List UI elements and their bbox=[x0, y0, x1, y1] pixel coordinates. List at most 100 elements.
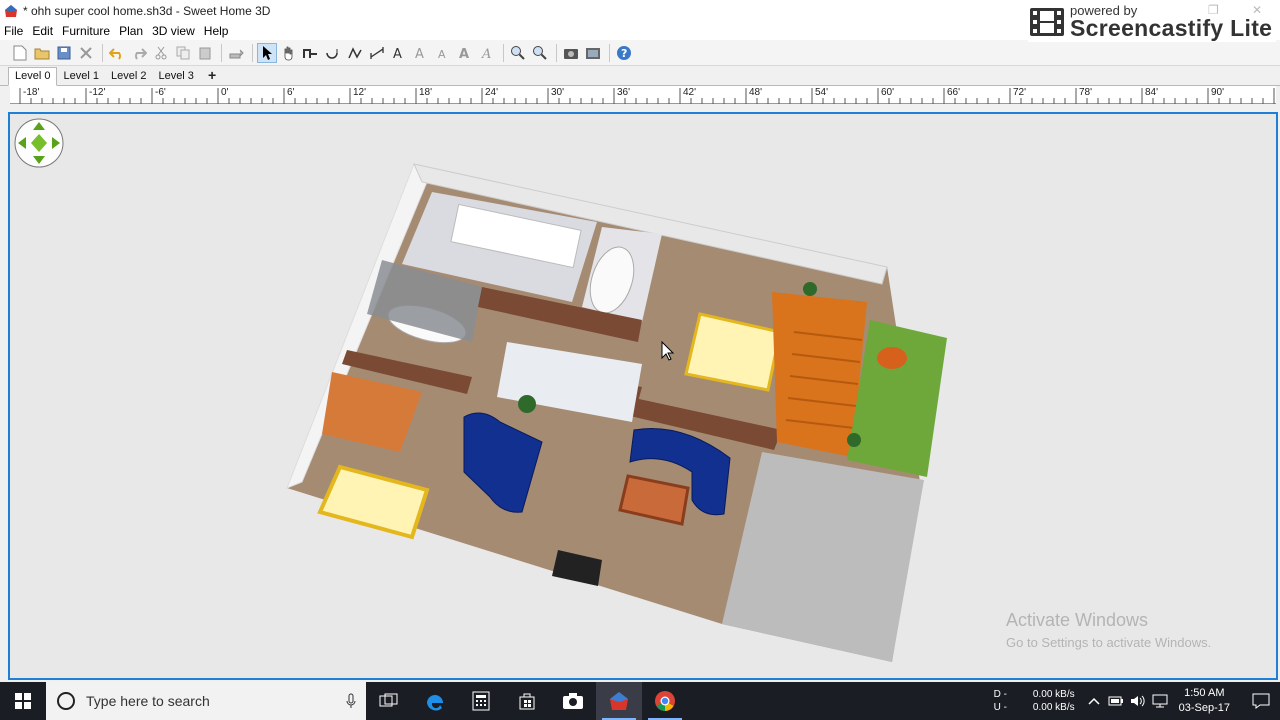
create-photo-icon[interactable] bbox=[561, 43, 581, 63]
cortana-circle-icon bbox=[57, 692, 75, 710]
cut-icon[interactable] bbox=[151, 43, 171, 63]
3d-view-panel[interactable]: Activate Windows Go to Settings to activ… bbox=[8, 112, 1278, 680]
restore-window-button[interactable]: ❐ bbox=[1208, 3, 1219, 17]
menu-3d-view[interactable]: 3D view bbox=[152, 24, 195, 38]
ruler-label: 90' bbox=[1211, 87, 1225, 98]
add-text-icon[interactable]: A bbox=[389, 43, 409, 63]
ruler-label: 66' bbox=[947, 87, 961, 98]
main-toolbar: A A A A A ? bbox=[0, 40, 1280, 66]
network-labels: D - U - bbox=[994, 688, 1007, 714]
ruler-label: 18' bbox=[419, 87, 433, 98]
help-icon[interactable]: ? bbox=[614, 43, 634, 63]
garden-rug bbox=[877, 347, 907, 369]
svg-text:A: A bbox=[481, 47, 491, 60]
task-view-icon[interactable] bbox=[366, 682, 412, 720]
calculator-icon[interactable] bbox=[458, 682, 504, 720]
ruler-label: 78' bbox=[1079, 87, 1093, 98]
screencastify-badge: powered by Screencastify Lite bbox=[1028, 2, 1276, 42]
svg-text:A: A bbox=[415, 47, 424, 60]
ruler-label: 6' bbox=[287, 87, 295, 98]
toolbar-separator bbox=[221, 43, 222, 62]
upload-speed: 0.00 kB/s bbox=[1032, 702, 1075, 713]
create-video-icon[interactable] bbox=[583, 43, 603, 63]
tab-level-2[interactable]: Level 2 bbox=[105, 68, 152, 85]
level-tabs: Level 0 Level 1 Level 2 Level 3 + bbox=[0, 66, 1280, 86]
ruler-label: -12' bbox=[89, 87, 106, 98]
create-dimensions-icon[interactable] bbox=[367, 43, 387, 63]
add-furniture-icon[interactable] bbox=[226, 43, 246, 63]
toolbar-separator bbox=[102, 43, 103, 62]
ruler-label: 24' bbox=[485, 87, 499, 98]
taskbar-clock[interactable]: 1:50 AM 03-Sep-17 bbox=[1179, 686, 1230, 716]
horizontal-ruler: -18' -12' -6' 0' 6' 12' 18' 24' 30' 36' 42' 48' 54' 6… bbox=[10, 86, 1276, 104]
store-icon[interactable] bbox=[504, 682, 550, 720]
zoom-in-icon[interactable] bbox=[508, 43, 528, 63]
ruler-label: -18' bbox=[23, 87, 40, 98]
menu-file[interactable]: File bbox=[4, 24, 23, 38]
pan-hand-icon[interactable] bbox=[279, 43, 299, 63]
italic-text-icon[interactable]: A bbox=[477, 43, 497, 63]
navigation-arrows-icon[interactable] bbox=[14, 118, 64, 168]
taskbar-search-box[interactable]: Type here to search bbox=[46, 682, 366, 720]
menu-help[interactable]: Help bbox=[204, 24, 229, 38]
close-window-button[interactable]: ✕ bbox=[1252, 3, 1262, 17]
ruler-label: 60' bbox=[881, 87, 895, 98]
ruler-label: 30' bbox=[551, 87, 565, 98]
ruler-label: -6' bbox=[155, 87, 166, 98]
create-walls-icon[interactable] bbox=[301, 43, 321, 63]
open-file-icon[interactable] bbox=[32, 43, 52, 63]
edge-icon[interactable] bbox=[412, 682, 458, 720]
ruler-label: 12' bbox=[353, 87, 367, 98]
create-polylines-icon[interactable] bbox=[345, 43, 365, 63]
decrease-text-icon[interactable]: A bbox=[433, 43, 453, 63]
camera-icon[interactable] bbox=[550, 682, 596, 720]
notification-icon[interactable] bbox=[1242, 693, 1280, 709]
cut-tool-icon[interactable] bbox=[76, 43, 96, 63]
svg-text:?: ? bbox=[621, 47, 627, 60]
menu-plan[interactable]: Plan bbox=[119, 24, 143, 38]
activate-windows-watermark: Activate Windows Go to Settings to activ… bbox=[1006, 610, 1211, 650]
create-rooms-icon[interactable] bbox=[323, 43, 343, 63]
toolbar-separator bbox=[556, 43, 557, 62]
ruler-label: 48' bbox=[749, 87, 763, 98]
copy-icon[interactable] bbox=[173, 43, 193, 63]
svg-text:A: A bbox=[438, 48, 446, 60]
redo-icon[interactable] bbox=[129, 43, 149, 63]
ruler-label: 42' bbox=[683, 87, 697, 98]
bold-text-icon[interactable]: A bbox=[455, 43, 475, 63]
ruler-label: 54' bbox=[815, 87, 829, 98]
plant-pot bbox=[847, 433, 861, 447]
undo-icon[interactable] bbox=[107, 43, 127, 63]
menu-furniture[interactable]: Furniture bbox=[62, 24, 110, 38]
tab-level-0[interactable]: Level 0 bbox=[8, 67, 58, 86]
windows-start-icon[interactable] bbox=[0, 682, 46, 720]
tab-level-3[interactable]: Level 3 bbox=[152, 68, 199, 85]
add-level-button[interactable]: + bbox=[200, 67, 224, 85]
sweet-home-3d-app-icon bbox=[5, 5, 17, 17]
microphone-icon[interactable] bbox=[346, 693, 356, 709]
sweet-home-3d-icon[interactable] bbox=[596, 682, 642, 720]
chevron-up-icon[interactable] bbox=[1083, 697, 1105, 705]
network-icon[interactable] bbox=[1149, 694, 1171, 708]
activate-windows-title: Activate Windows bbox=[1006, 610, 1149, 630]
chrome-icon[interactable] bbox=[642, 682, 688, 720]
paste-icon[interactable] bbox=[195, 43, 215, 63]
tab-level-1[interactable]: Level 1 bbox=[57, 68, 104, 85]
clock-date: 03-Sep-17 bbox=[1178, 702, 1230, 714]
download-label: D - bbox=[993, 689, 1007, 700]
zoom-out-icon[interactable] bbox=[530, 43, 550, 63]
ruler-label: 0' bbox=[221, 87, 229, 98]
film-strip-icon bbox=[1030, 8, 1064, 36]
new-file-icon[interactable] bbox=[10, 43, 30, 63]
svg-text:A: A bbox=[393, 47, 402, 60]
save-icon[interactable] bbox=[54, 43, 74, 63]
speaker-icon[interactable] bbox=[1127, 694, 1149, 708]
ruler-label: 72' bbox=[1013, 87, 1027, 98]
select-cursor-icon[interactable] bbox=[257, 42, 277, 63]
3d-house-scene[interactable] bbox=[10, 114, 1276, 678]
battery-icon[interactable] bbox=[1105, 696, 1127, 706]
toolbar-separator bbox=[609, 43, 610, 62]
network-speeds: 0.00 kB/s 0.00 kB/s bbox=[1033, 688, 1075, 714]
menu-edit[interactable]: Edit bbox=[32, 24, 53, 38]
increase-text-icon[interactable]: A bbox=[411, 43, 431, 63]
